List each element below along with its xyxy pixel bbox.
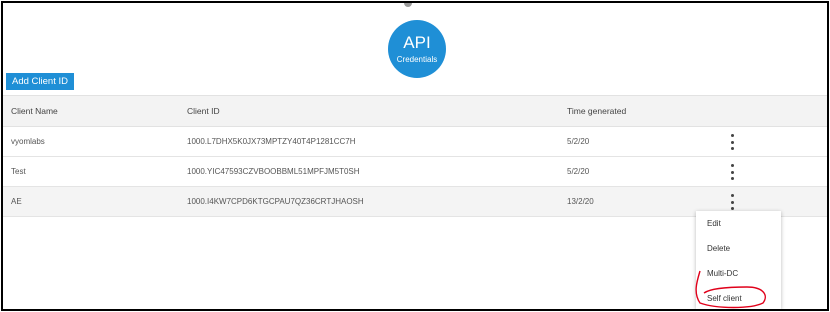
- client-id-cell: 1000.L7DHX5K0JX73MPTZY40T4P1281CC7H: [187, 137, 356, 146]
- api-credentials-badge: API Credentials: [388, 20, 446, 78]
- menu-item-self-client[interactable]: Self client: [707, 294, 742, 303]
- client-name-cell: vyomlabs: [11, 137, 45, 146]
- badge-title: API: [403, 32, 431, 52]
- add-client-id-button[interactable]: Add Client ID: [6, 73, 74, 90]
- time-generated-cell: 13/2/20: [567, 197, 594, 206]
- table-row: Test 1000.YIC47593CZVBOOBBML51MPFJM5T0SH…: [3, 157, 827, 187]
- client-id-cell: 1000.YIC47593CZVBOOBBML51MPFJM5T0SH: [187, 167, 360, 176]
- menu-item-delete[interactable]: Delete: [707, 244, 730, 253]
- client-name-cell: Test: [11, 167, 26, 176]
- client-id-cell: 1000.I4KW7CPD6KTGCPAU7QZ36CRTJHAOSH: [187, 197, 364, 206]
- header-client-name: Client Name: [11, 106, 58, 116]
- time-generated-cell: 5/2/20: [567, 137, 590, 146]
- app-window: API Credentials Add Client ID Client Nam…: [1, 1, 829, 311]
- row-more-options-icon[interactable]: [727, 194, 737, 210]
- badge-subtitle: Credentials: [396, 54, 438, 64]
- menu-item-multi-dc[interactable]: Multi-DC: [707, 269, 738, 278]
- client-name-cell: AE: [11, 197, 22, 206]
- client-table: Client Name Client ID Time generated vyo…: [3, 95, 827, 217]
- table-header: Client Name Client ID Time generated: [3, 95, 827, 127]
- time-generated-cell: 5/2/20: [567, 167, 590, 176]
- row-options-menu: Edit Delete Multi-DC Self client: [696, 211, 781, 309]
- menu-item-edit[interactable]: Edit: [707, 219, 721, 228]
- row-more-options-icon[interactable]: [727, 134, 737, 150]
- header-client-id: Client ID: [187, 106, 220, 116]
- top-indicator-dot: [404, 3, 412, 7]
- header-time-generated: Time generated: [567, 106, 627, 116]
- row-more-options-icon[interactable]: [727, 164, 737, 180]
- table-row: vyomlabs 1000.L7DHX5K0JX73MPTZY40T4P1281…: [3, 127, 827, 157]
